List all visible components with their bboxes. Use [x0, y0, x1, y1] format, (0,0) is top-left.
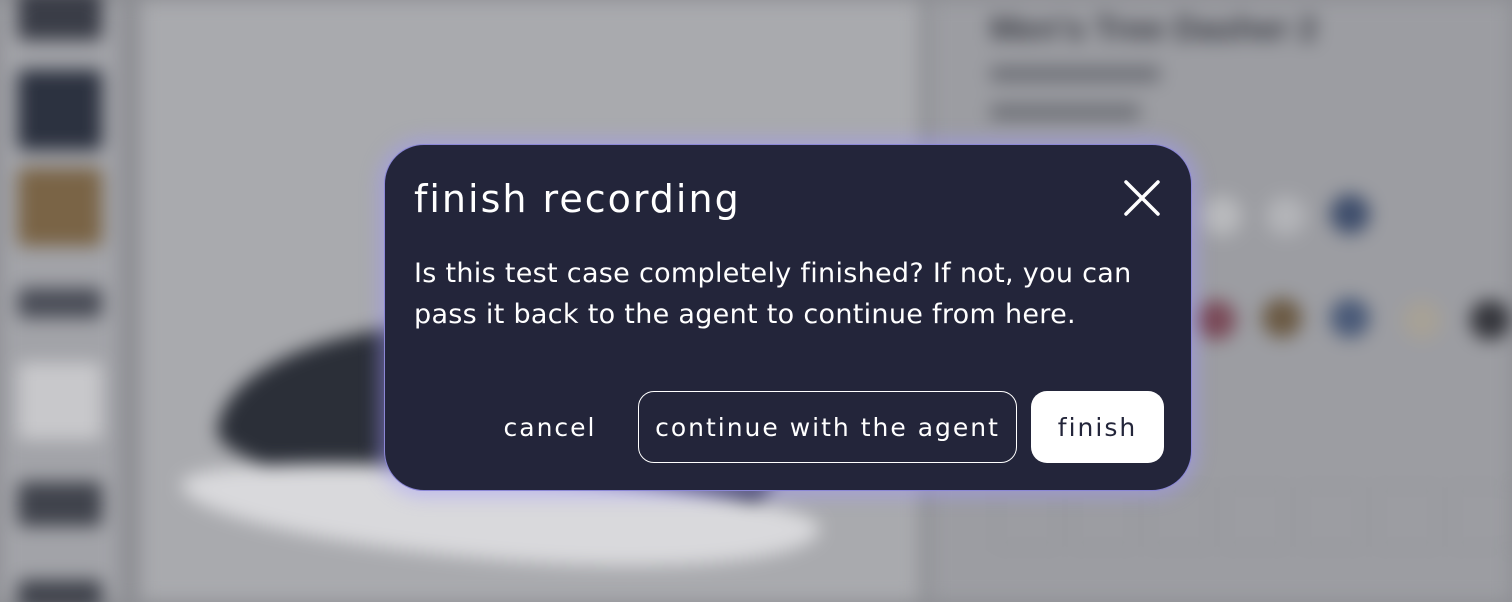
size-option: [1376, 486, 1438, 548]
color-swatch: [1470, 300, 1510, 340]
size-option: [1224, 486, 1286, 548]
thumbnail: [18, 362, 102, 440]
thumbnail: [18, 70, 102, 150]
color-swatch: [1330, 298, 1370, 338]
thumbnail: [18, 288, 102, 318]
color-swatch: [1330, 194, 1370, 234]
finish-recording-dialog: finish recording Is this test case compl…: [384, 144, 1192, 491]
size-option: [1072, 486, 1134, 548]
close-button[interactable]: [1121, 177, 1163, 219]
finish-button[interactable]: finish: [1031, 391, 1164, 463]
dialog-title: finish recording: [414, 177, 741, 221]
color-swatch: [1196, 300, 1236, 340]
price-line: [990, 66, 1160, 82]
size-option: [996, 486, 1058, 548]
thumbnail: [18, 482, 102, 526]
color-swatch: [1202, 196, 1242, 236]
rating-line: [990, 104, 1140, 120]
size-option: [1148, 486, 1210, 548]
thumbnail: [18, 168, 102, 246]
product-title: Men's Tree Dasher 2: [990, 10, 1318, 48]
size-option: [1452, 486, 1512, 548]
dialog-message: Is this test case completely finished? I…: [414, 258, 1132, 330]
size-option: [1300, 486, 1362, 548]
cancel-button[interactable]: cancel: [486, 391, 614, 463]
continue-with-agent-button[interactable]: continue with the agent: [638, 391, 1017, 463]
screen: Men's Tree Dasher 2 finish recording Is …: [0, 0, 1512, 602]
color-swatch: [1262, 298, 1302, 338]
thumbnail: [18, 0, 102, 40]
close-icon: [1124, 180, 1160, 216]
thumbnail-column: [0, 0, 120, 602]
color-swatch: [1266, 196, 1306, 236]
color-swatch: [1402, 300, 1442, 340]
thumbnail: [18, 580, 102, 602]
